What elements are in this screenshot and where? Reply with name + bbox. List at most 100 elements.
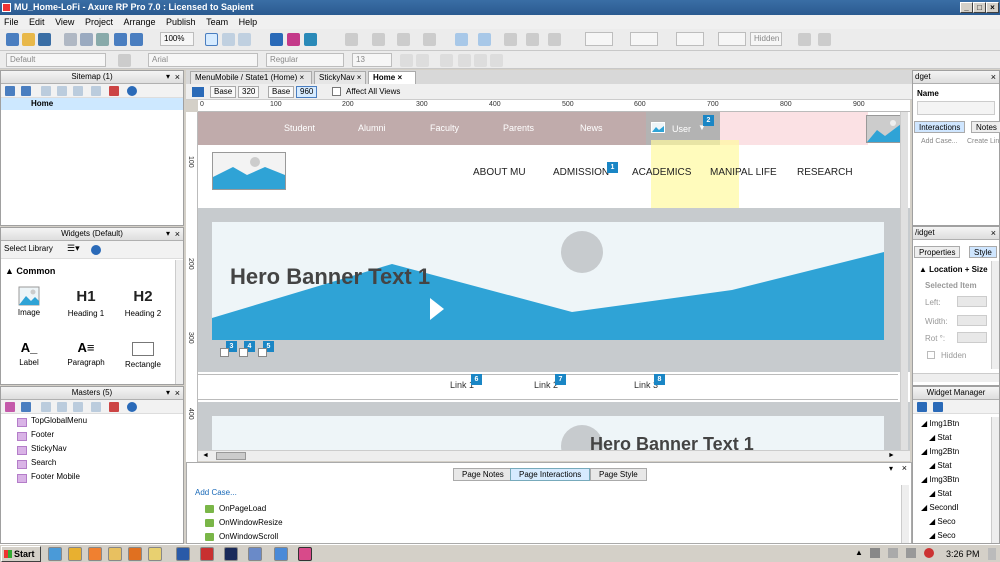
tree-item[interactable]: ◢ Seco <box>917 515 959 529</box>
interaction-marker[interactable]: 6 <box>471 374 482 385</box>
widget-heading-1[interactable]: H1 Heading 1 <box>61 288 111 318</box>
hidden-checkbox[interactable]: Hidden <box>750 32 782 46</box>
tab-notes[interactable]: Notes <box>971 121 1000 133</box>
widget-label[interactable]: A_ Label <box>4 340 54 367</box>
delete-icon[interactable] <box>109 402 119 412</box>
publish-icon[interactable] <box>287 33 300 46</box>
add-master-icon[interactable] <box>5 402 15 412</box>
preview-icon[interactable] <box>270 33 283 46</box>
fill-color-icon[interactable] <box>455 33 468 46</box>
pin-icon[interactable]: ▾ <box>166 387 170 399</box>
settings-icon[interactable] <box>818 33 831 46</box>
copy-icon[interactable] <box>80 33 93 46</box>
widgets-scrollbar[interactable] <box>175 260 183 384</box>
refresh-icon[interactable] <box>798 33 811 46</box>
category-common[interactable]: ▲ Common <box>5 266 55 276</box>
scroll-right-icon[interactable]: ► <box>888 452 895 459</box>
event-onwindowscroll[interactable]: OnWindowScroll <box>205 532 278 541</box>
cut-icon[interactable] <box>64 33 77 46</box>
new-file-icon[interactable] <box>6 33 19 46</box>
search-icon[interactable] <box>127 86 137 96</box>
font-size-select[interactable]: 13 <box>352 53 392 67</box>
adaptive-views-icon[interactable] <box>192 87 204 97</box>
search-icon[interactable] <box>91 245 101 255</box>
tray-expand-icon[interactable]: ▲ <box>855 548 863 557</box>
tree-item[interactable]: ◢ Seco <box>917 529 959 543</box>
zoom-select[interactable]: 100% <box>160 32 194 46</box>
font-style-select[interactable]: Regular <box>266 53 344 67</box>
close-icon[interactable]: × <box>902 463 907 473</box>
search-icon[interactable] <box>127 402 137 412</box>
hidden-checkbox[interactable] <box>927 351 935 359</box>
main-nav-about[interactable]: ABOUT MU <box>473 167 526 178</box>
widget-image[interactable]: Image <box>4 286 54 317</box>
top-nav-alumni[interactable]: Alumni <box>358 123 386 133</box>
tree-item[interactable]: ◢ Stat <box>917 459 959 473</box>
main-nav-admission[interactable]: ADMISSION <box>553 167 609 178</box>
align-right-icon[interactable] <box>490 54 503 67</box>
clock[interactable]: 3:26 PM <box>946 549 980 559</box>
hero-banner[interactable]: Hero Banner Text 1 <box>212 222 884 340</box>
style-hscrollbar[interactable] <box>913 373 999 382</box>
slide-dot-2[interactable] <box>239 348 248 357</box>
firefox-icon[interactable] <box>88 547 102 561</box>
tab-properties[interactable]: Properties <box>914 246 961 258</box>
filter-icon[interactable] <box>917 402 927 412</box>
scroll-left-icon[interactable]: ◄ <box>202 452 209 459</box>
close-icon[interactable]: × <box>175 228 180 240</box>
explorer-icon[interactable] <box>148 547 162 561</box>
move-down-icon[interactable] <box>57 402 67 412</box>
location-size-section[interactable]: ▲ Location + Size <box>919 265 988 274</box>
canvas-vscrollbar[interactable] <box>900 112 908 450</box>
line-color-icon[interactable] <box>504 33 517 46</box>
top-nav-student[interactable]: Student <box>284 123 315 133</box>
volume-icon[interactable] <box>924 548 934 558</box>
folder-icon[interactable] <box>108 547 122 561</box>
outdent-icon[interactable] <box>91 402 101 412</box>
format-painter-icon[interactable] <box>118 54 131 67</box>
menu-publish[interactable]: Publish <box>166 17 196 27</box>
left-field[interactable] <box>957 296 987 307</box>
photoshop-icon[interactable] <box>224 547 238 561</box>
select-library-dropdown[interactable]: Select Library <box>4 244 53 253</box>
top-right-image[interactable] <box>866 115 902 143</box>
undo-icon[interactable] <box>114 33 127 46</box>
tree-item[interactable]: ◢ Img3Btn <box>917 473 959 487</box>
font-select[interactable]: Arial <box>148 53 258 67</box>
flag-icon[interactable] <box>870 548 880 558</box>
move-up-icon[interactable] <box>41 402 51 412</box>
word-icon[interactable] <box>176 547 190 561</box>
maximize-button[interactable]: □ <box>973 2 986 13</box>
top-nav-parents[interactable]: Parents <box>503 123 534 133</box>
select-pointer-icon[interactable] <box>205 33 218 46</box>
menu-view[interactable]: View <box>55 17 74 27</box>
view-320[interactable]: 320 <box>238 86 260 98</box>
show-desktop-button[interactable] <box>988 548 996 560</box>
tab-page-style[interactable]: Page Style <box>590 468 647 481</box>
width-field[interactable] <box>957 315 987 326</box>
move-up-icon[interactable] <box>41 86 51 96</box>
style-scrollbar[interactable] <box>991 261 999 369</box>
master-item[interactable]: Footer <box>1 428 183 442</box>
canvas-hscrollbar[interactable]: ◄ ► <box>198 450 910 461</box>
close-icon[interactable]: × <box>991 227 996 239</box>
redo-icon[interactable] <box>130 33 143 46</box>
app-icon[interactable] <box>200 547 214 561</box>
menu-project[interactable]: Project <box>85 17 113 27</box>
scroll-thumb[interactable] <box>216 452 246 460</box>
add-folder-icon[interactable] <box>21 86 31 96</box>
y-position-field[interactable] <box>630 32 658 46</box>
close-icon[interactable]: × <box>991 71 996 83</box>
master-item[interactable]: TopGlobalMenu <box>1 414 183 428</box>
app-icon[interactable] <box>248 547 262 561</box>
tab-style[interactable]: Style <box>969 246 997 258</box>
main-nav-research[interactable]: RESEARCH <box>797 167 853 178</box>
interaction-marker[interactable]: 1 <box>607 162 618 173</box>
top-nav-faculty[interactable]: Faculty <box>430 123 459 133</box>
event-onpageload[interactable]: OnPageLoad <box>205 504 266 513</box>
menu-icon[interactable]: ☰▾ <box>67 243 80 254</box>
master-item[interactable]: Search <box>1 456 183 470</box>
base-label[interactable]: Base <box>268 86 295 98</box>
height-field[interactable] <box>718 32 746 46</box>
slide-dot-3[interactable] <box>258 348 267 357</box>
